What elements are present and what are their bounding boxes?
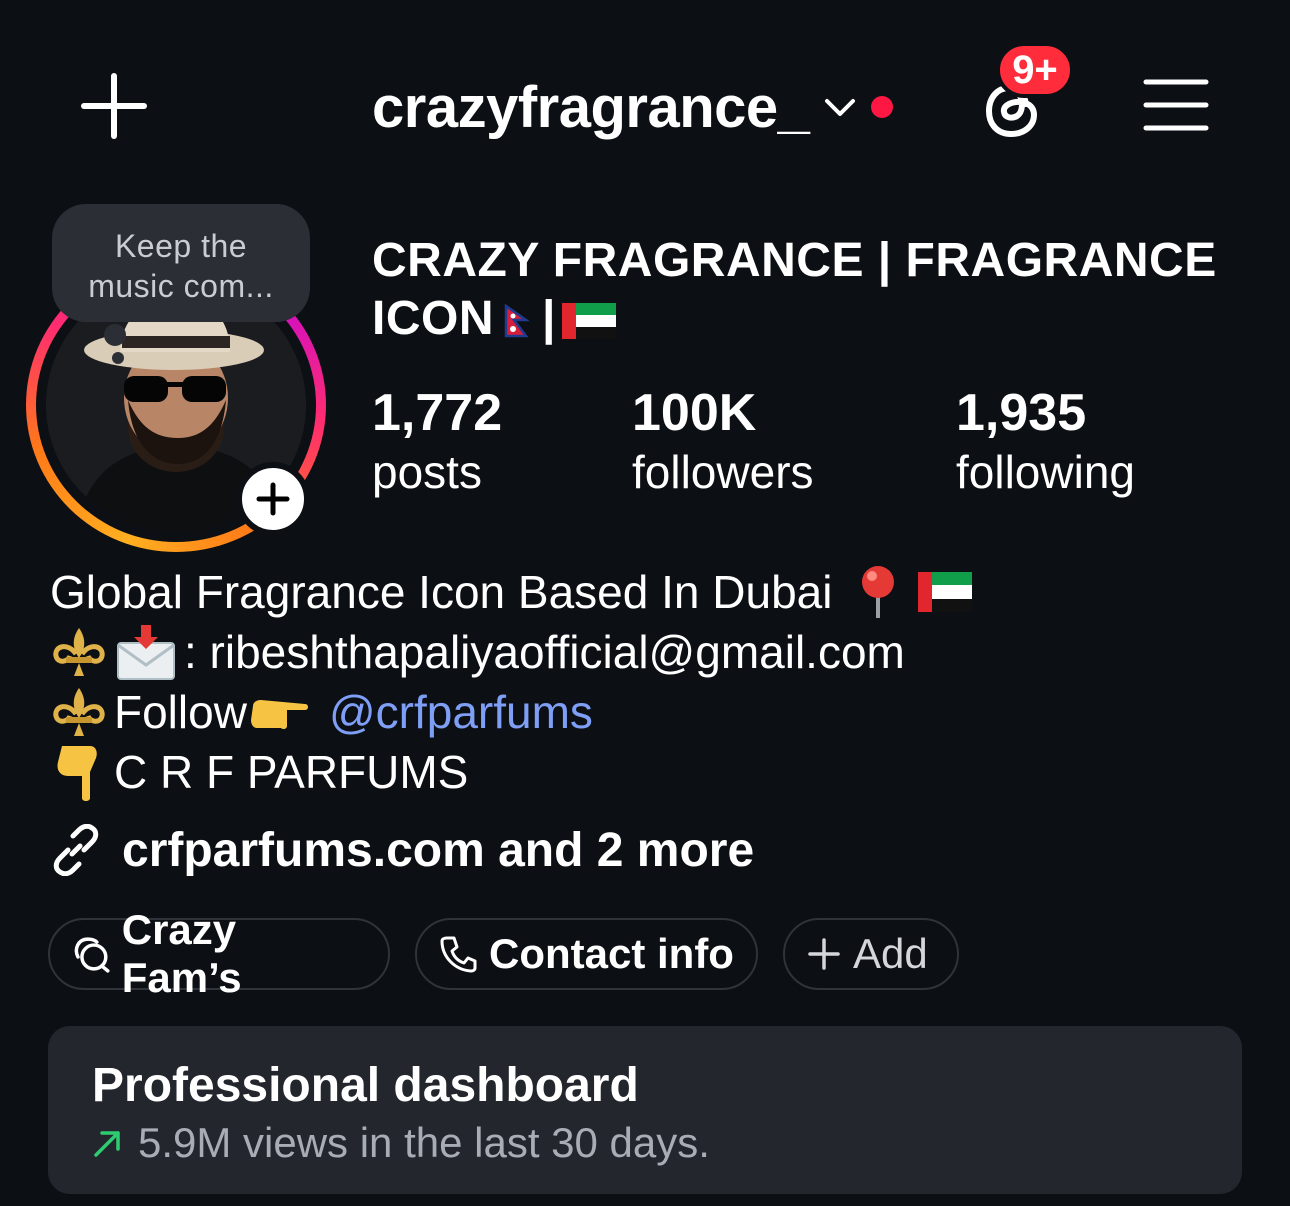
envelope-icon — [117, 625, 175, 680]
trend-up-arrow-icon — [94, 1131, 120, 1157]
followers-count: 100K — [632, 384, 757, 442]
posts-stat[interactable]: 1,772 posts — [372, 382, 502, 500]
link-icon — [53, 824, 99, 876]
pointing-down-icon — [57, 746, 97, 801]
broadcast-channel-chip[interactable]: Crazy Fam’s — [48, 906, 390, 1001]
contact-info-label: Contact info — [489, 930, 734, 977]
uae-flag-icon — [561, 303, 616, 340]
chevron-down-icon — [825, 99, 856, 116]
bio-line-2: : ribeshthapaliyaofficial@gmail.com — [50, 622, 1250, 682]
add-chip[interactable]: Add — [783, 918, 959, 990]
note-text-line2: music com... — [88, 268, 274, 304]
followers-label: followers — [632, 446, 814, 498]
chat-bubbles-icon — [74, 937, 110, 973]
bio: Global Fragrance Icon Based In Dubai: r… — [50, 562, 1250, 802]
fleur-de-lis-icon — [53, 688, 105, 736]
display-name-line2: ICON | — [372, 290, 1252, 348]
dashboard-title: Professional dashboard — [92, 1059, 639, 1112]
note-bubble[interactable]: Keep the music com... — [52, 204, 310, 322]
fleur-de-lis-icon — [53, 628, 105, 676]
display-name-line1: CRAZY FRAGRANCE | FRAGRANCE — [372, 234, 1217, 287]
create-button[interactable] — [80, 72, 148, 140]
bio-line-3: Follow @crfparfums — [50, 682, 1250, 742]
bio-line-1: Global Fragrance Icon Based In Dubai — [50, 562, 1250, 622]
posts-count: 1,772 — [372, 384, 503, 442]
professional-dashboard-card[interactable]: Professional dashboard 5.9M views in the… — [48, 1026, 1242, 1194]
notification-badge: 9+ — [996, 42, 1074, 98]
note-tail — [104, 324, 126, 346]
mention-link[interactable]: @crfparfums — [329, 682, 593, 742]
plus-icon — [81, 73, 147, 139]
account-switcher[interactable]: crazyfragrance_ — [372, 72, 894, 142]
add-story-button[interactable] — [236, 462, 310, 536]
broadcast-channel-label: Crazy Fam’s — [121, 906, 242, 1001]
profile-screen: crazyfragrance_ 9+ Keep the music com...… — [0, 0, 1290, 1206]
username: crazyfragrance_ — [372, 74, 810, 140]
following-stat[interactable]: 1,935 following — [956, 382, 1135, 500]
followers-stat[interactable]: 100K followers — [632, 382, 814, 500]
plus-icon — [256, 482, 290, 516]
bio-line-4: C R F PARFUMS — [50, 742, 1250, 802]
website-link-text: crfparfums.com and 2 more — [122, 823, 755, 877]
dashboard-subtitle: 5.9M views in the last 30 days. — [92, 1118, 710, 1168]
contact-info-chip[interactable]: Contact info — [415, 918, 758, 990]
phone-icon — [440, 936, 477, 973]
note-tail — [112, 352, 124, 364]
pointing-right-icon — [250, 700, 308, 730]
following-count: 1,935 — [956, 384, 1087, 442]
menu-button[interactable] — [1142, 76, 1210, 134]
nepal-flag-icon — [504, 304, 530, 338]
following-label: following — [956, 446, 1135, 498]
add-chip-label: Add — [853, 930, 928, 977]
note-text-line1: Keep the — [114, 228, 248, 264]
display-name: CRAZY FRAGRANCE | FRAGRANCE ICON | — [372, 232, 1252, 348]
uae-flag-icon — [918, 572, 973, 612]
posts-label: posts — [372, 446, 482, 498]
plus-icon — [808, 938, 840, 970]
pin-icon — [862, 566, 895, 618]
hamburger-menu-icon — [1143, 79, 1209, 131]
website-link[interactable]: crfparfums.com and 2 more — [50, 818, 754, 882]
top-bar: crazyfragrance_ 9+ — [0, 0, 1290, 200]
unread-dot — [871, 96, 894, 118]
